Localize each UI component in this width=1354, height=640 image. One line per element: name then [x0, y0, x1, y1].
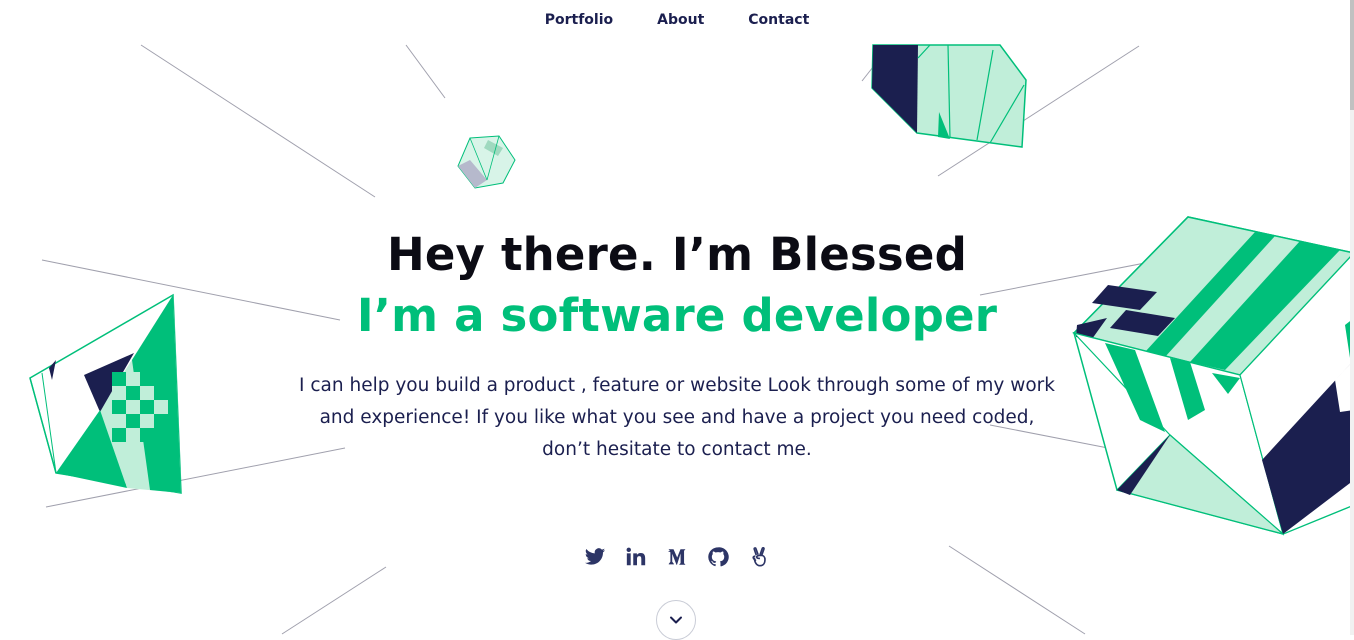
page-scrollbar[interactable] [1350, 0, 1354, 635]
social-links [0, 544, 1354, 570]
nav-link-contact[interactable]: Contact [748, 12, 809, 28]
twitter-icon [584, 548, 606, 565]
scroll-down-button[interactable] [656, 600, 696, 640]
linkedin-icon [626, 547, 646, 566]
scrollbar-thumb[interactable] [1350, 0, 1354, 110]
nav-link-about[interactable]: About [657, 12, 704, 28]
github-icon [708, 547, 729, 567]
chevron-down-icon [670, 616, 682, 624]
hero-subline: I’m a software developer [356, 289, 998, 342]
linkedin-link[interactable] [624, 544, 648, 570]
small-cube-shape [457, 135, 516, 189]
top-right-prism-shape [871, 44, 1027, 148]
medium-link[interactable] [665, 544, 689, 570]
angellist-link[interactable] [747, 544, 771, 570]
hero-headline: Hey there. I’m Blessed [386, 228, 968, 281]
twitter-link[interactable] [583, 544, 607, 570]
github-link[interactable] [706, 544, 730, 570]
medium-icon [667, 549, 686, 565]
top-nav: Portfolio About Contact [0, 12, 1354, 28]
hero-intro-text: I can help you build a product , feature… [299, 375, 1055, 460]
angellist-icon [752, 546, 766, 567]
nav-link-portfolio[interactable]: Portfolio [545, 12, 613, 28]
